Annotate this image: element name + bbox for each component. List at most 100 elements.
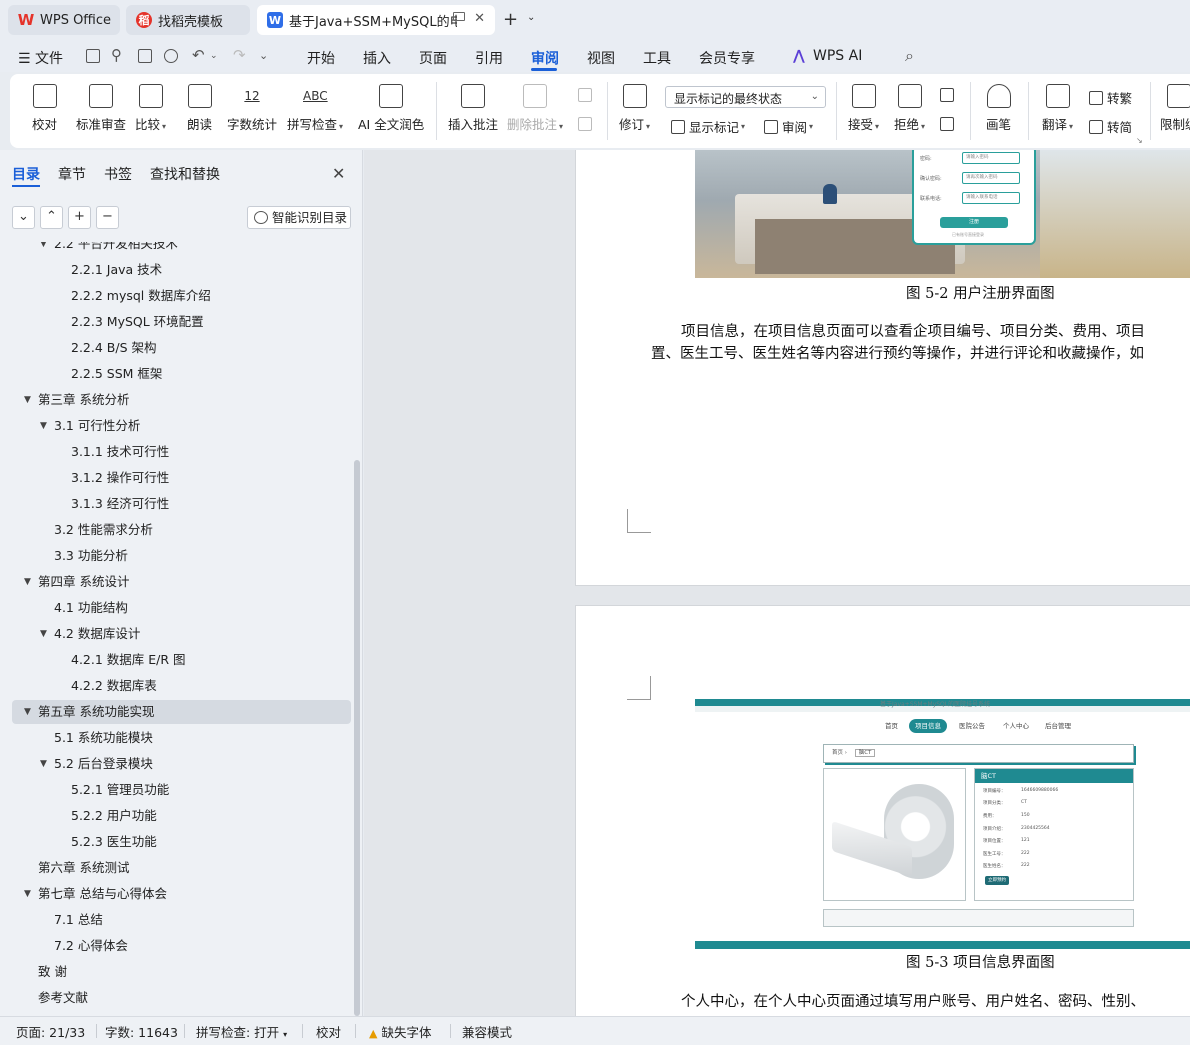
toc-item[interactable]: ▼ 第四章 系统设计: [0, 570, 352, 594]
toc-item[interactable]: 2.2.1 Java 技术: [0, 258, 352, 282]
menu-review[interactable]: 审阅: [531, 48, 559, 68]
previous-comment-button[interactable]: [578, 88, 596, 102]
print-icon[interactable]: [138, 49, 152, 63]
link-icon[interactable]: ⚲: [111, 46, 122, 64]
new-tab-button[interactable]: +: [503, 9, 518, 30]
toc-item[interactable]: 5.1 系统功能模块: [0, 726, 352, 750]
menu-references[interactable]: 引用: [475, 48, 503, 68]
toc-item[interactable]: 5.2.1 管理员功能: [0, 778, 352, 802]
expand-arrow-icon[interactable]: ▼: [24, 570, 31, 594]
smart-toc-button[interactable]: 智能识别目录: [247, 206, 351, 229]
toc-scrollbar[interactable]: [354, 460, 360, 1016]
search-icon[interactable]: ⌕: [905, 46, 914, 66]
insert-comment-button[interactable]: 插入批注: [448, 84, 498, 133]
undo-dropdown-icon[interactable]: ⌄: [210, 51, 218, 61]
save-icon[interactable]: [86, 49, 100, 63]
remove-heading-button[interactable]: −: [96, 206, 119, 229]
menu-file[interactable]: ☰ 文件: [18, 48, 63, 68]
undo-icon[interactable]: ↶: [192, 46, 205, 64]
chevron-down-icon[interactable]: ⌄: [527, 12, 535, 23]
pen-button[interactable]: 画笔: [986, 84, 1011, 133]
restrict-edit-button[interactable]: 限制编: [1160, 84, 1190, 133]
toc-item[interactable]: ▼ 5.2 后台登录模块: [0, 752, 352, 776]
menu-insert[interactable]: 插入: [363, 48, 391, 68]
next-change-button[interactable]: [940, 117, 958, 131]
reject-button[interactable]: 拒绝 ▾: [894, 84, 925, 133]
proofread-button[interactable]: 校对: [32, 84, 57, 133]
next-comment-button[interactable]: [578, 117, 596, 131]
tab-document[interactable]: W 基于Java+SSM+MySQL的电 ✕: [257, 5, 495, 35]
nav-tab-find-replace[interactable]: 查找和替换: [150, 164, 220, 184]
print-preview-icon[interactable]: [164, 49, 178, 63]
menu-wps-ai[interactable]: WPS AI: [813, 48, 862, 64]
toc-item[interactable]: 第六章 系统测试: [0, 856, 352, 880]
toc-item[interactable]: ▼ 第三章 系统分析: [0, 388, 352, 412]
toc-item[interactable]: ▼ 第五章 系统功能实现: [12, 700, 351, 724]
to-traditional-button[interactable]: 转繁: [1089, 88, 1132, 107]
toc-item[interactable]: 致 谢: [0, 960, 352, 984]
toc-item[interactable]: 3.1.1 技术可行性: [0, 440, 352, 464]
expand-arrow-icon[interactable]: ▼: [40, 414, 47, 438]
page-indicator[interactable]: 页面: 21/33: [16, 1022, 85, 1041]
nav-tab-toc[interactable]: 目录: [12, 164, 40, 184]
expand-arrow-icon[interactable]: ▼: [24, 700, 31, 724]
markup-display-select[interactable]: 显示标记的最终状态 ⌄: [665, 86, 826, 108]
review-pane-button[interactable]: 审阅 ▾: [764, 117, 813, 136]
previous-change-button[interactable]: [940, 88, 958, 102]
toc-item[interactable]: 7.1 总结: [0, 908, 352, 932]
nav-tab-bookmarks[interactable]: 书签: [104, 164, 132, 184]
close-tab-icon[interactable]: ✕: [474, 11, 485, 26]
menu-member[interactable]: 会员专享: [699, 48, 755, 68]
menu-page[interactable]: 页面: [419, 48, 447, 68]
tab-wps-office[interactable]: W WPS Office: [8, 5, 120, 35]
nav-tab-chapters[interactable]: 章节: [58, 164, 86, 184]
compare-button[interactable]: 比较 ▾: [135, 84, 166, 133]
to-simplified-button[interactable]: 转简: [1089, 117, 1132, 136]
toc-item[interactable]: 3.1.3 经济可行性: [0, 492, 352, 516]
collapse-all-button[interactable]: ⌄: [12, 206, 35, 229]
toc-item[interactable]: 3.1.2 操作可行性: [0, 466, 352, 490]
redo-icon[interactable]: ↷: [233, 46, 246, 64]
expand-arrow-icon[interactable]: ▼: [40, 242, 47, 256]
toc-item[interactable]: 2.2.3 MySQL 环境配置: [0, 310, 352, 334]
ai-polish-button[interactable]: AI 全文润色: [358, 84, 424, 133]
word-count-button[interactable]: 12 字数统计: [227, 84, 277, 133]
expand-arrow-icon[interactable]: ▼: [40, 752, 47, 776]
toc-item[interactable]: 3.3 功能分析: [0, 544, 352, 568]
expand-arrow-icon[interactable]: ▼: [24, 388, 31, 412]
ribbon-expand-icon[interactable]: ↘: [1136, 136, 1143, 145]
track-changes-button[interactable]: 修订 ▾: [619, 84, 650, 133]
toc-item[interactable]: 参考文献: [0, 986, 352, 1010]
read-aloud-button[interactable]: 朗读: [187, 84, 212, 133]
accept-button[interactable]: 接受 ▾: [848, 84, 879, 133]
toc-item[interactable]: ▼ 4.2 数据库设计: [0, 622, 352, 646]
toc-item[interactable]: 3.2 性能需求分析: [0, 518, 352, 542]
expand-arrow-icon[interactable]: ▼: [40, 622, 47, 646]
toc-item[interactable]: 5.2.3 医生功能: [0, 830, 352, 854]
toc-item[interactable]: 4.2.1 数据库 E/R 图: [0, 648, 352, 672]
menu-view[interactable]: 视图: [587, 48, 615, 68]
toc-item[interactable]: ▼ 3.1 可行性分析: [0, 414, 352, 438]
spell-check-status[interactable]: 拼写检查: 打开 ▾: [196, 1022, 287, 1041]
toc-item[interactable]: ▼ 第七章 总结与心得体会: [0, 882, 352, 906]
tab-daoke-templates[interactable]: 稻 找稻壳模板: [126, 5, 250, 35]
document-canvas[interactable]: 密码: 请输入密码 确认密码: 请再次输入密码 联系电话: 请输入联系电话 注册…: [364, 150, 1190, 1016]
toc-item[interactable]: 4.2.2 数据库表: [0, 674, 352, 698]
spell-check-button[interactable]: ABC 拼写检查 ▾: [287, 84, 343, 133]
menu-tools[interactable]: 工具: [643, 48, 671, 68]
word-count-indicator[interactable]: 字数: 11643: [105, 1022, 178, 1041]
toc-item[interactable]: 5.2.2 用户功能: [0, 804, 352, 828]
standard-review-button[interactable]: 标准审查: [76, 84, 126, 133]
proofread-status[interactable]: 校对: [316, 1022, 341, 1041]
toc-item[interactable]: 2.2.4 B/S 架构: [0, 336, 352, 360]
close-icon[interactable]: ✕: [332, 164, 345, 183]
expand-arrow-icon[interactable]: ▼: [24, 882, 31, 906]
translate-button[interactable]: 翻译 ▾: [1042, 84, 1073, 133]
toc-item[interactable]: ▼ 2.2 平台开发相关技术: [0, 242, 352, 256]
toc-item[interactable]: 7.2 心得体会: [0, 934, 352, 958]
add-heading-button[interactable]: +: [68, 206, 91, 229]
show-markup-button[interactable]: 显示标记 ▾: [671, 117, 745, 136]
monitor-icon[interactable]: [453, 12, 465, 21]
toc-item[interactable]: 4.1 功能结构: [0, 596, 352, 620]
menu-home[interactable]: 开始: [307, 48, 335, 68]
